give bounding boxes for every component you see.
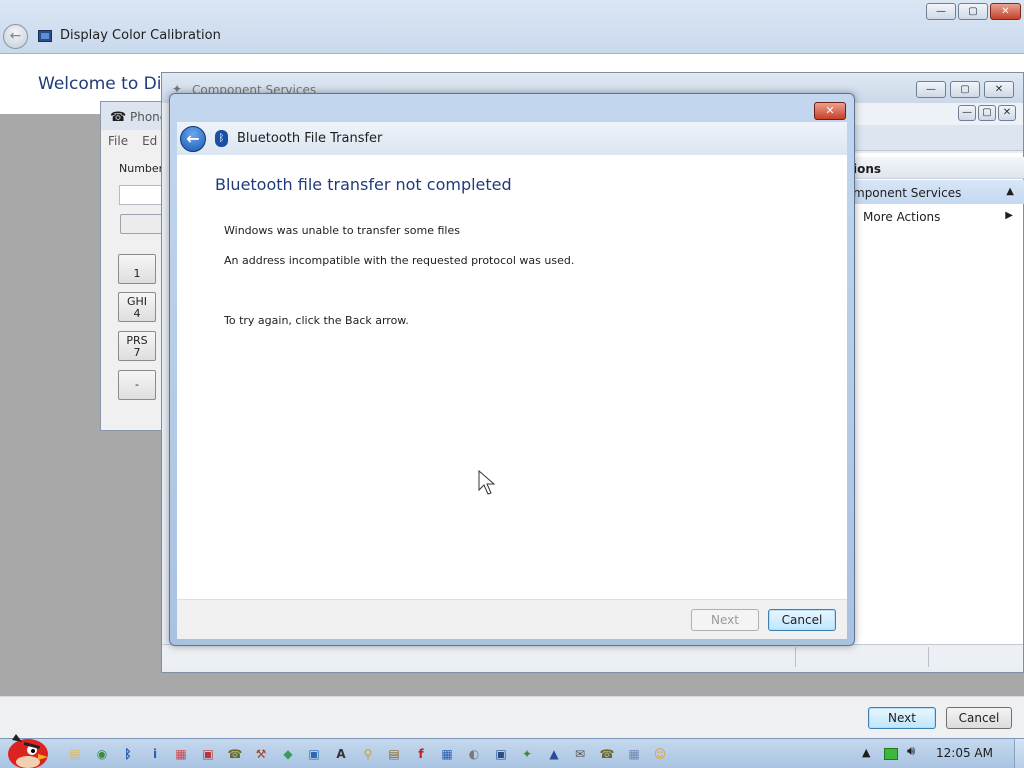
tools-icon[interactable]: ⚒ <box>250 743 272 765</box>
printer-icon[interactable]: ▣ <box>197 743 219 765</box>
menu-file[interactable]: File <box>108 134 128 148</box>
bluetooth-icon: ᛒ <box>215 130 228 147</box>
phone-dialer-icon[interactable]: ☎ <box>224 743 246 765</box>
bt-next-button[interactable]: Next <box>691 609 759 631</box>
mmc-icon[interactable]: ▲ <box>543 743 565 765</box>
bluetooth-file-transfer-dialog: ✕ ← ᛒ Bluetooth File Transfer Bluetooth … <box>169 93 855 646</box>
network-share-icon[interactable]: ▦ <box>436 743 458 765</box>
start-button[interactable] <box>2 730 50 768</box>
bt-header: ← ᛒ Bluetooth File Transfer <box>177 122 847 155</box>
key-digit: 4 <box>133 307 141 320</box>
key-digit: 1 <box>133 267 141 280</box>
key-digit: 7 <box>133 346 141 359</box>
phone-dialer-icon: ☎ <box>110 110 127 125</box>
minimize-button[interactable]: — <box>926 3 956 20</box>
cs-close-button[interactable]: ✕ <box>984 81 1014 98</box>
dcc-title-bar: ← Display Color Calibration — ▢ ✕ <box>0 0 1024 54</box>
bt-cancel-button[interactable]: Cancel <box>768 609 836 631</box>
chrome-icon[interactable]: ◉ <box>91 743 113 765</box>
mouse-cursor-icon <box>478 470 496 495</box>
collapse-up-icon[interactable]: ▲ <box>1006 186 1014 197</box>
info-icon[interactable]: i <box>144 743 166 765</box>
bt-main-heading: Bluetooth file transfer not completed <box>215 175 512 194</box>
dcc-next-button[interactable]: Next <box>868 707 936 729</box>
bt-message-line-2: An address incompatible with the request… <box>224 254 575 267</box>
back-arrow-icon[interactable]: ← <box>180 126 206 152</box>
cs-status-bar <box>162 644 1023 668</box>
dcc-title: Display Color Calibration <box>60 28 221 43</box>
bt-message-line-1: Windows was unable to transfer some file… <box>224 224 460 237</box>
maximize-button[interactable]: ▢ <box>958 3 988 20</box>
display-icon[interactable]: ▣ <box>490 743 512 765</box>
bt-close-button[interactable]: ✕ <box>814 102 846 120</box>
volume-icon[interactable]: 🔊︎ <box>907 744 915 759</box>
mdi-restore-button[interactable]: ▢ <box>978 105 996 121</box>
cs-maximize-button[interactable]: ▢ <box>950 81 980 98</box>
actions-section-component-services[interactable]: mponent Services ▲ <box>849 180 1024 204</box>
calculator-icon[interactable]: ▦ <box>623 743 645 765</box>
key-7[interactable]: PRS 7 <box>118 331 156 361</box>
show-desktop-button[interactable] <box>1014 739 1024 768</box>
actions-header: ions <box>849 157 1024 179</box>
show-hidden-icons-arrow[interactable]: ▲ <box>862 746 870 759</box>
cs-minimize-button[interactable]: — <box>916 81 946 98</box>
close-button[interactable]: ✕ <box>990 3 1021 20</box>
bt-footer: Next Cancel <box>177 599 847 639</box>
bluetooth-icon[interactable]: ᛒ <box>117 743 139 765</box>
actions-pane: ions mponent Services ▲ More Actions ▶ <box>848 153 1024 644</box>
back-arrow-icon[interactable]: ← <box>3 24 28 49</box>
key-digit: - <box>135 378 139 391</box>
fax-icon[interactable]: ✉ <box>569 743 591 765</box>
paint-icon[interactable]: ◆ <box>277 743 299 765</box>
flash-icon[interactable]: f <box>410 743 432 765</box>
cs-toolbar <box>852 125 1023 151</box>
phone-icon[interactable]: ☎ <box>596 743 618 765</box>
network-status-icon[interactable] <box>884 748 898 760</box>
key-4[interactable]: GHI 4 <box>118 292 156 322</box>
taskbar: ▤ ◉ ᛒ i ▦ ▣ ☎ ⚒ ◆ ▣ A ⚲ ▤ f ▦ ◐ ▣ ✦ ▲ ✉ ☎ ▦ ☺ ▲ 🔊︎ 12:05 AM <box>0 734 1024 768</box>
key-letters: GHI <box>126 295 148 308</box>
chart-icon[interactable]: ▦ <box>170 743 192 765</box>
bt-body: Bluetooth file transfer not completed Wi… <box>177 155 847 599</box>
section-label: mponent Services <box>853 186 962 200</box>
submenu-arrow-icon: ▶ <box>1005 210 1013 221</box>
mdi-close-button[interactable]: ✕ <box>998 105 1016 121</box>
more-actions-item[interactable]: More Actions <box>863 210 940 224</box>
menu-edit[interactable]: Ed <box>142 134 157 148</box>
bt-header-title: Bluetooth File Transfer <box>237 131 383 146</box>
cs-mdi-caption: — ▢ ✕ <box>852 103 1023 125</box>
angry-bird-icon <box>8 734 48 768</box>
disk-icon[interactable]: ◐ <box>463 743 485 765</box>
dcc-welcome-heading: Welcome to Disp <box>38 74 182 94</box>
key-letters: PRS <box>126 334 148 347</box>
messenger-icon[interactable]: ☺ <box>649 743 671 765</box>
briefcase-icon[interactable]: ▤ <box>383 743 405 765</box>
key-dash[interactable]: - <box>118 370 156 400</box>
font-icon[interactable]: A <box>330 743 352 765</box>
folder-icon[interactable]: ▤ <box>64 743 86 765</box>
component-services-icon[interactable]: ✦ <box>516 743 538 765</box>
dcc-cancel-button[interactable]: Cancel <box>946 707 1012 729</box>
search-icon[interactable]: ⚲ <box>357 743 379 765</box>
system-clock[interactable]: 12:05 AM <box>936 746 993 760</box>
mdi-minimize-button[interactable]: — <box>958 105 976 121</box>
display-calibration-icon <box>38 30 52 42</box>
bt-message-line-3: To try again, click the Back arrow. <box>224 314 409 327</box>
dcc-footer: Next Cancel <box>0 696 1024 738</box>
network-icon[interactable]: ▣ <box>303 743 325 765</box>
key-1[interactable]: 1 <box>118 254 156 284</box>
